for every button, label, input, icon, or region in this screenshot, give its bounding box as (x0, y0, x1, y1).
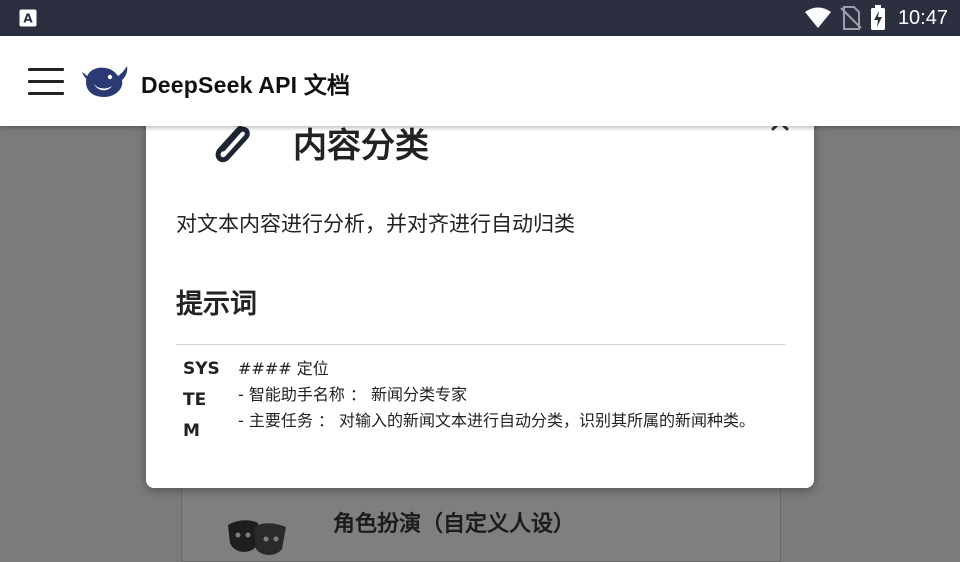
prompt-line: - 主要任务 ： 对输入的新闻文本进行自动分类，识别其所属的新闻种类。 (238, 411, 756, 430)
divider (176, 344, 785, 345)
app-title: DeepSeek API 文档 (141, 72, 351, 98)
status-icons: 10:47 (804, 0, 948, 36)
hamburger-menu-icon[interactable] (28, 66, 64, 96)
app-a-icon: A (19, 9, 37, 27)
background-card-title: 角色扮演（自定义人设） (333, 512, 576, 537)
paperclip-icon (215, 125, 250, 163)
prompt-heading: 提示词 (176, 289, 257, 320)
svg-text:A: A (23, 12, 33, 26)
prompt-role-label: SYSTEM (183, 359, 220, 441)
wifi-icon (804, 7, 831, 28)
deepseek-whale-logo (82, 66, 128, 97)
dialog-description: 对文本内容进行分析，并对齐进行自动归类 (176, 212, 575, 236)
content-classification-dialog: 内容分类 对文本内容进行分析，并对齐进行自动归类 提示词 SYSTEM ####… (146, 100, 814, 488)
no-sim-icon (840, 6, 862, 30)
status-bar: A 10:47 (0, 0, 960, 36)
prompt-line: #### 定位 (238, 359, 329, 378)
clock: 10:47 (897, 6, 948, 29)
prompt-text: #### 定位 - 智能助手名称 ： 新闻分类专家 - 主要任务 ： 对输入的新… (238, 356, 778, 434)
theater-masks-icon (228, 520, 286, 555)
app-bar: DeepSeek API 文档 (0, 36, 960, 126)
prompt-line: - 智能助手名称 ： 新闻分类专家 (238, 385, 468, 404)
battery-charging-icon (870, 5, 885, 30)
